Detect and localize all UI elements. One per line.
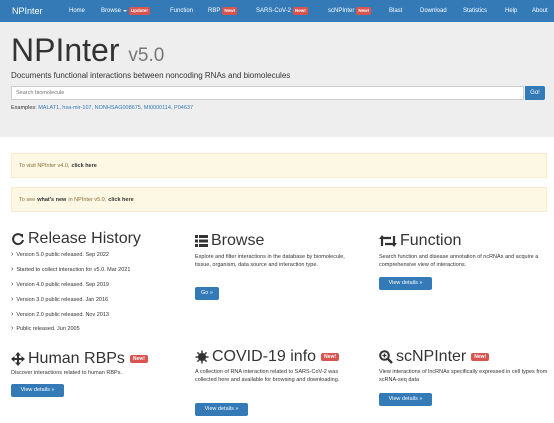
retweet-icon bbox=[379, 235, 397, 247]
human-rbps-heading: Human RBPs New! bbox=[11, 350, 148, 368]
nav-download[interactable]: Download bbox=[420, 0, 447, 22]
human-rbps-title: Human RBPs bbox=[28, 350, 125, 367]
history-item: Version 4.0 public released. Sep 2019 bbox=[11, 281, 109, 288]
alert-v4-text: To visit NPInter v4.0, bbox=[19, 162, 70, 169]
new-badge: New! bbox=[471, 353, 490, 361]
nav-statistics[interactable]: Statistics bbox=[463, 0, 487, 22]
browse-go-button[interactable]: Go » bbox=[195, 287, 219, 300]
scnpinter-details-button[interactable]: View details » bbox=[379, 393, 432, 406]
nav-browse-label: Browse bbox=[101, 8, 122, 14]
alert-new-mid: in NPInter v5.0, bbox=[68, 196, 107, 203]
header-jumbotron: NPInter v5.0 Documents functional intera… bbox=[0, 22, 554, 137]
examples-label: Examples: bbox=[11, 105, 37, 111]
browse-description: Explore and filter interactions in the d… bbox=[195, 254, 345, 268]
top-navbar: NPInter Home Browse Update! Function RBP… bbox=[0, 0, 554, 22]
covid-details-button[interactable]: View details » bbox=[195, 403, 248, 416]
nav-function[interactable]: Function bbox=[170, 0, 193, 22]
alert-new-pre: To see bbox=[19, 196, 36, 203]
function-title: Function bbox=[400, 232, 462, 249]
title-text: NPInter bbox=[11, 32, 120, 68]
function-details-button[interactable]: View details » bbox=[379, 277, 432, 290]
history-item: Started to collect interaction for v5.0.… bbox=[11, 266, 130, 273]
caret-down-icon bbox=[123, 10, 128, 12]
alert-v4-link[interactable]: click here bbox=[71, 163, 96, 169]
scnpinter-title: scNPInter bbox=[396, 348, 467, 365]
scnpinter-description: View interactions of lncRNAs specificall… bbox=[379, 369, 548, 383]
nav-rbp[interactable]: RBP New! bbox=[208, 0, 238, 22]
alert-new-link[interactable]: click here bbox=[108, 197, 133, 203]
nav-about[interactable]: About bbox=[532, 0, 548, 22]
page-subtitle: Documents functional interactions betwee… bbox=[11, 71, 291, 80]
alert-whats-new-link[interactable]: what's new bbox=[37, 197, 66, 203]
covid-title: COVID-19 info bbox=[212, 348, 317, 365]
nav-rbp-label: RBP bbox=[208, 8, 221, 14]
refresh-icon bbox=[12, 233, 24, 246]
nav-scnpinter-label: scNPInter bbox=[328, 8, 355, 14]
new-badge: New! bbox=[321, 353, 339, 361]
release-history-heading: Release History bbox=[11, 230, 141, 248]
nav-help[interactable]: Help bbox=[505, 0, 517, 22]
search-examples: Examples: MALAT1, hsa-mir-107, NONHSAG00… bbox=[11, 105, 193, 111]
move-arrows-icon bbox=[11, 352, 25, 366]
history-item: Version 5.0 public released. Sep 2022 bbox=[11, 251, 109, 258]
nav-sars-cov-2[interactable]: SARS-CoV-2 New! bbox=[256, 0, 308, 22]
browse-title: Browse bbox=[211, 232, 265, 249]
new-badge: New! bbox=[129, 355, 148, 363]
nav-sars-label: SARS-CoV-2 bbox=[256, 8, 292, 14]
search-input[interactable] bbox=[11, 86, 524, 100]
page-title: NPInter v5.0 bbox=[11, 34, 164, 72]
update-badge: Update! bbox=[129, 7, 150, 15]
human-rbps-details-button[interactable]: View details » bbox=[11, 384, 64, 397]
nav-blast[interactable]: Blast bbox=[389, 0, 402, 22]
function-heading: Function bbox=[379, 232, 461, 250]
human-rbps-description: Discover interactions related to human R… bbox=[11, 370, 122, 376]
alert-v4: To visit NPInter v4.0, click here bbox=[11, 153, 547, 178]
covid-heading: COVID-19 info New! bbox=[195, 348, 339, 366]
brand-logo[interactable]: NPInter bbox=[0, 6, 63, 16]
nav-browse[interactable]: Browse Update! bbox=[101, 0, 150, 22]
scnpinter-heading: scNPInter New! bbox=[379, 348, 490, 366]
history-item: Public released. Jun 2005 bbox=[11, 325, 79, 332]
version-text: v5.0 bbox=[128, 45, 165, 66]
new-badge: New! bbox=[222, 7, 238, 15]
virus-icon bbox=[195, 350, 209, 364]
new-badge: New! bbox=[293, 7, 308, 15]
new-badge: New! bbox=[356, 7, 372, 15]
example-links[interactable]: MALAT1, hsa-mir-107, NONHSAG008675, MI00… bbox=[38, 105, 193, 111]
nav-home[interactable]: Home bbox=[69, 0, 85, 22]
alert-whats-new: To see what's new in NPInter v5.0, click… bbox=[11, 187, 547, 212]
function-description: Search function and disease annotation o… bbox=[379, 254, 539, 268]
covid-description: A collection of RNA interaction related … bbox=[195, 369, 340, 383]
list-icon bbox=[195, 235, 208, 247]
release-history-title: Release History bbox=[28, 230, 141, 247]
history-item: Version 3.0 public released. Jan 2016 bbox=[11, 296, 108, 303]
zoom-in-icon bbox=[379, 350, 393, 364]
browse-heading: Browse bbox=[195, 232, 264, 250]
nav-scnpinter[interactable]: scNPInter New! bbox=[328, 0, 372, 22]
go-button[interactable]: Go! bbox=[525, 86, 545, 100]
history-item: Version 2.0 public released. Nov 2013 bbox=[11, 311, 109, 318]
